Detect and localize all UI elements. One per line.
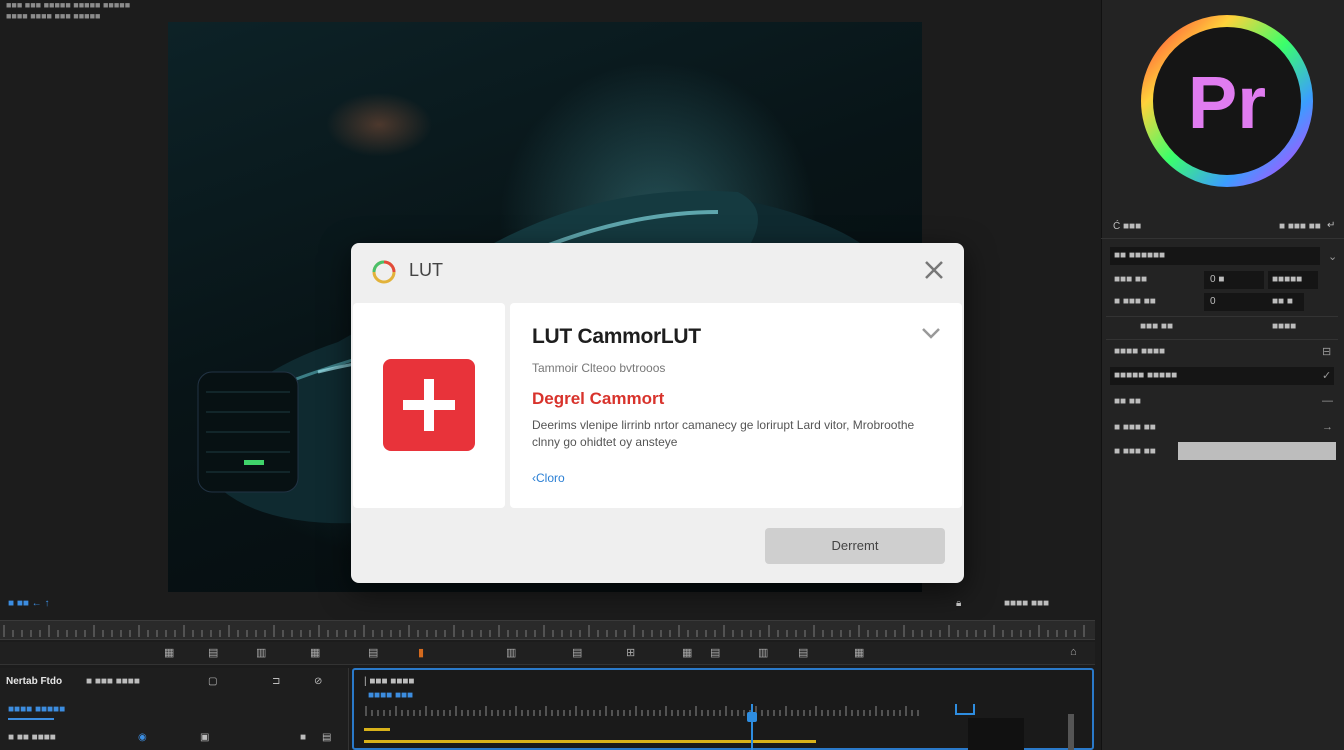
control-icon[interactable]: ▤: [798, 646, 808, 659]
minus-icon[interactable]: —: [1322, 395, 1333, 407]
ec-row[interactable]: ■ ■■■ ■■ →: [1106, 418, 1338, 438]
ec-row[interactable]: ■■ ■■■■■■ ⌄: [1106, 246, 1338, 266]
control-icon[interactable]: ▤: [572, 646, 582, 659]
vertical-scrollbar[interactable]: [1068, 714, 1074, 750]
close-icon[interactable]: [921, 257, 947, 283]
scroll-thumb[interactable]: [968, 718, 1024, 750]
default-button[interactable]: Derremt: [765, 528, 945, 564]
control-icon[interactable]: ▥: [758, 646, 768, 659]
control-icon[interactable]: ▥: [256, 646, 266, 659]
timeline-controls: ▦ ▤ ▥ ▦ ▤ ▮ ▥ ▤ ⊞ ▦ ▤ ▥ ▤ ▦ ⌂: [0, 642, 1095, 665]
lut-info-card: LUT CammorLUT Tammoir Clteoo bvtrooos De…: [510, 303, 962, 508]
ec-row[interactable]: ■■ ■■ —: [1106, 392, 1338, 412]
audio-clip[interactable]: [364, 740, 816, 743]
control-icon[interactable]: ⌂: [1070, 646, 1077, 658]
lut-subtitle: Tammoir Clteoo bvtrooos: [532, 361, 666, 375]
effect-controls-header: Ć ■■■ ■ ■■■ ■■ ↵: [1101, 216, 1344, 239]
lut-name: LUT CammorLUT: [532, 325, 701, 348]
marker-icon[interactable]: ▮: [418, 646, 424, 659]
control-icon[interactable]: ▥: [506, 646, 516, 659]
control-icon[interactable]: ▦: [164, 646, 174, 659]
control-icon[interactable]: ▦: [682, 646, 692, 659]
lock-icon[interactable]: 🔒︎: [956, 598, 961, 609]
panel-menu-icon[interactable]: ↵: [1327, 220, 1335, 231]
back-link[interactable]: ‹Cloro: [532, 471, 565, 485]
mic-icon[interactable]: ▤: [322, 732, 331, 743]
panel-tab[interactable]: Ć ■■■: [1113, 221, 1141, 232]
value-field[interactable]: 0 ■: [1210, 274, 1224, 285]
expand-icon[interactable]: ⊟: [1322, 345, 1331, 358]
timeline-toolbar: ■ ■■ ← ↑ 🔒︎ ■■■■ ■■■: [8, 598, 1050, 609]
audio-clip[interactable]: [364, 728, 390, 731]
track-area[interactable]: [364, 704, 1084, 750]
lut-thumbnail: [353, 303, 505, 508]
dialog-title: LUT: [409, 260, 444, 280]
ec-row[interactable]: ■■■■ ■■■■ ⊟: [1106, 342, 1338, 362]
app-logo-icon: [372, 260, 396, 284]
ec-row[interactable]: ■ ■■■ ■■ 0 ■■ ■: [1106, 292, 1338, 312]
ec-row[interactable]: ■■■ ■■ 0 ■ ■■■■■: [1106, 270, 1338, 290]
dropdown-icon[interactable]: ⌄: [1328, 250, 1337, 263]
mute-icon[interactable]: ▣: [200, 732, 209, 743]
ec-row[interactable]: ■ ■■■ ■■: [1106, 442, 1338, 462]
ec-row[interactable]: ■■■■■ ■■■■■ ✓: [1106, 366, 1338, 386]
control-icon[interactable]: ▦: [310, 646, 320, 659]
sequence-timeline[interactable]: | ■■■ ■■■■ ■■■■ ■■■: [352, 668, 1094, 750]
control-icon[interactable]: ▤: [208, 646, 218, 659]
slider-field[interactable]: [1178, 442, 1336, 460]
control-icon[interactable]: ▤: [710, 646, 720, 659]
error-title: Degrel Cammort: [532, 389, 665, 408]
solo-icon[interactable]: ■: [300, 732, 306, 743]
lut-dialog: LUT LUT CammorLUT Tammoir Clteoo bvtrooo…: [351, 243, 964, 583]
chevron-down-icon[interactable]: [920, 325, 942, 341]
premiere-logo: Pr: [1141, 15, 1313, 187]
ec-row[interactable]: ■■■ ■■ ■■■■: [1106, 316, 1338, 340]
error-description: Deerims vlenipe lirrinb nrtor camanecy g…: [532, 418, 915, 449]
timeline-ruler[interactable]: [0, 620, 1095, 640]
link-icon[interactable]: ⊐: [272, 676, 280, 687]
control-icon[interactable]: ⊞: [626, 646, 635, 659]
check-icon[interactable]: ✓: [1322, 369, 1331, 382]
track-headers: Nertab Ftdo ■ ■■■ ■■■■ ▢ ⊐ ⊘ ■■■■ ■■■■■ …: [0, 668, 349, 750]
logo-text: Pr: [1188, 61, 1266, 144]
snap-icon[interactable]: ▢: [208, 676, 217, 687]
control-icon[interactable]: ▤: [368, 646, 378, 659]
in-marker[interactable]: [955, 704, 975, 715]
settings-icon[interactable]: ⊘: [314, 676, 322, 687]
window-title: ■■■ ■■■ ■■■■■ ■■■■■ ■■■■■ ■■■■ ■■■■ ■■■ …: [6, 0, 131, 21]
arrow-icon[interactable]: →: [1322, 421, 1333, 433]
add-icon[interactable]: [383, 359, 475, 451]
playhead-handle[interactable]: [747, 712, 757, 722]
control-icon[interactable]: ▦: [854, 646, 864, 659]
value-field[interactable]: 0: [1210, 296, 1216, 307]
eye-icon[interactable]: ◉: [138, 732, 147, 743]
sequence-name[interactable]: Nertab Ftdo: [6, 676, 62, 687]
